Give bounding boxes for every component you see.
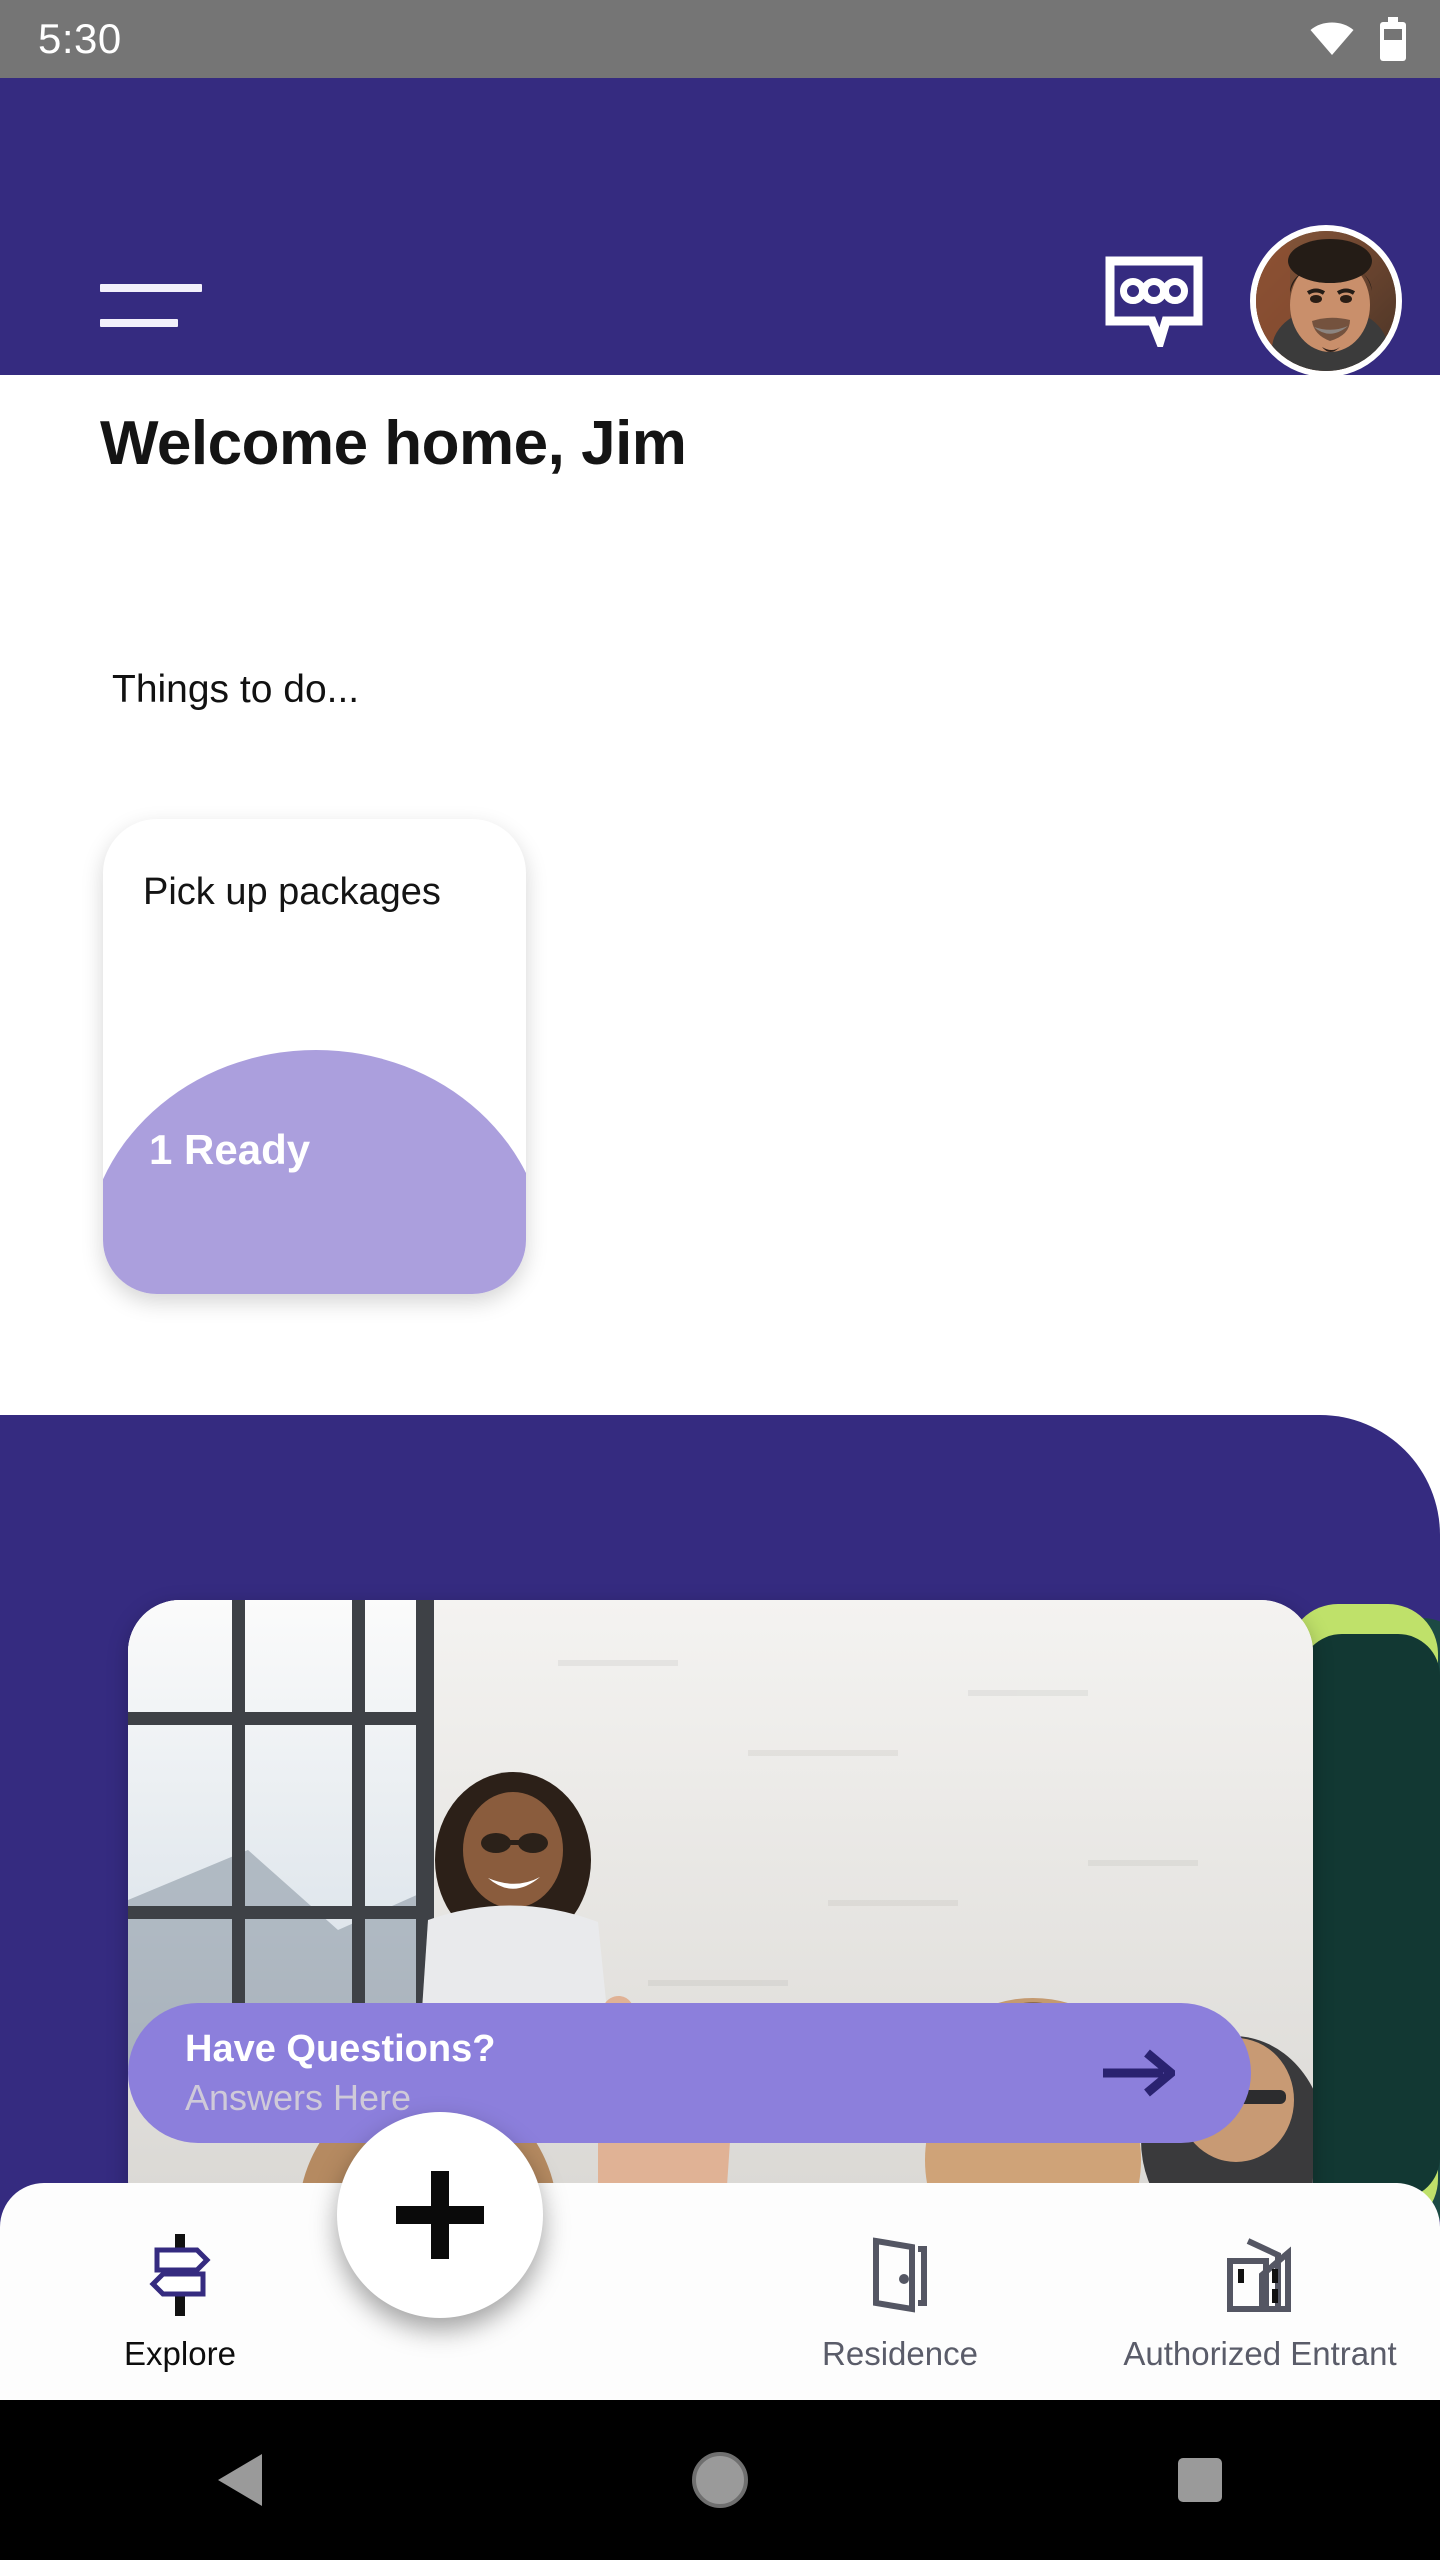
- hamburger-bar-top: [100, 284, 202, 292]
- battery-icon: [1380, 17, 1406, 61]
- nav-item-authorized-entrant[interactable]: Authorized Entrant: [1080, 2183, 1440, 2373]
- android-system-nav: [0, 2400, 1440, 2560]
- nav-label-authorized-entrant: Authorized Entrant: [1123, 2335, 1397, 2372]
- signpost-icon: [145, 2231, 215, 2319]
- content-sheet: Welcome home, Jim Things to do... Pick u…: [0, 375, 1440, 1421]
- home-circle-icon[interactable]: [620, 2400, 820, 2560]
- plus-icon: [396, 2171, 484, 2259]
- recents-square-icon[interactable]: [1100, 2400, 1300, 2560]
- avatar[interactable]: [1250, 225, 1402, 377]
- status-bar: 5:30: [0, 0, 1440, 78]
- bottom-navigation-bar: Explore Residence Authorized Entrant: [0, 2183, 1440, 2400]
- buildings-icon: [1222, 2231, 1298, 2319]
- hamburger-menu-icon[interactable]: [100, 256, 210, 346]
- arrow-right-icon[interactable]: [1101, 2047, 1175, 2099]
- promo-banner-title: Have Questions?: [185, 2028, 496, 2070]
- promo-banner-have-questions[interactable]: Have Questions? Answers Here: [128, 2003, 1251, 2143]
- back-triangle-icon[interactable]: [140, 2400, 340, 2560]
- task-card-title: Pick up packages: [143, 871, 441, 913]
- status-bar-time: 5:30: [38, 15, 122, 62]
- door-open-icon: [866, 2231, 934, 2319]
- header-actions: [1104, 225, 1402, 377]
- nav-label-explore: Explore: [124, 2335, 236, 2372]
- promo-banner-text: Have Questions? Answers Here: [185, 2028, 496, 2119]
- carousel-card-behind-1-photo: [1300, 1634, 1440, 2199]
- avatar-photo: [1256, 231, 1396, 371]
- nav-item-explore[interactable]: Explore: [0, 2183, 360, 2373]
- app-header-row: [0, 225, 1440, 377]
- task-card-count-badge: 1 Ready: [149, 1126, 311, 1173]
- hamburger-bar-bottom: [100, 319, 178, 327]
- task-card-pick-up-packages[interactable]: Pick up packages 1 Ready: [103, 819, 526, 1294]
- app-header: [0, 78, 1440, 377]
- wifi-icon: [1310, 22, 1354, 55]
- section-label-things-to-do: Things to do...: [112, 668, 360, 711]
- nav-label-residence: Residence: [822, 2335, 978, 2372]
- page-title: Welcome home, Jim: [100, 409, 687, 478]
- chat-bubble-icon[interactable]: [1104, 255, 1204, 347]
- nav-item-residence[interactable]: Residence: [720, 2183, 1080, 2373]
- status-bar-icons: [1310, 17, 1406, 61]
- add-fab-button[interactable]: [337, 2112, 543, 2318]
